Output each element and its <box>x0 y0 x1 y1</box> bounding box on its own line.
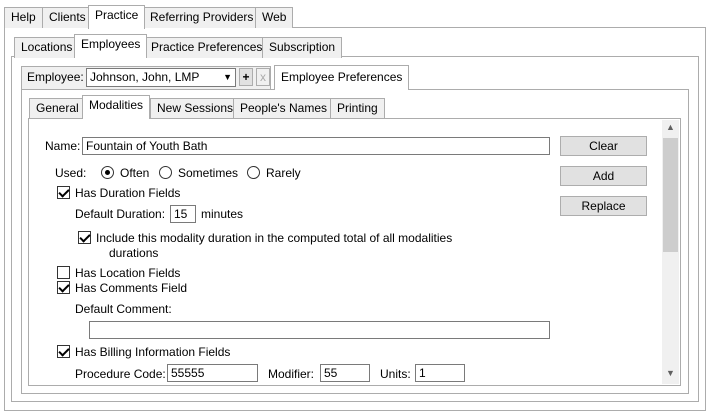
tab-clients[interactable]: Clients <box>42 7 93 28</box>
default-comment-field[interactable] <box>89 321 550 339</box>
scroll-down-icon[interactable]: ▼ <box>662 368 679 382</box>
has-billing-label: Has Billing Information Fields <box>75 345 231 359</box>
used-often-label: Often <box>120 166 150 180</box>
tab-employee-preferences[interactable]: Employee Preferences <box>274 65 410 90</box>
remove-employee-button[interactable]: x <box>256 68 270 86</box>
used-sometimes-radio[interactable] <box>159 166 172 179</box>
include-duration-label-line1: Include this modality duration in the co… <box>96 231 453 245</box>
modifier-field[interactable]: 55 <box>320 364 370 382</box>
name-field[interactable]: Fountain of Youth Bath <box>82 137 550 155</box>
tab-web[interactable]: Web <box>255 7 294 28</box>
has-billing-checkbox[interactable] <box>57 345 70 358</box>
name-field-value: Fountain of Youth Bath <box>86 139 208 153</box>
tab-peoples-names[interactable]: People's Names <box>233 98 334 119</box>
default-duration-field[interactable]: 15 <box>170 205 196 223</box>
used-sometimes-label: Sometimes <box>178 166 239 180</box>
scroll-thumb[interactable] <box>663 138 678 252</box>
modifier-value: 55 <box>324 366 338 380</box>
procedure-code-value: 55555 <box>171 366 205 380</box>
employee-select-value: Johnson, John, LMP <box>90 70 200 84</box>
tab-help[interactable]: Help <box>4 7 43 28</box>
tab-practice[interactable]: Practice <box>88 5 146 29</box>
minutes-label: minutes <box>201 207 244 221</box>
tab-referring-providers[interactable]: Referring Providers <box>143 7 261 28</box>
procedure-code-label: Procedure Code: <box>75 367 166 381</box>
include-duration-checkbox[interactable] <box>78 231 91 244</box>
units-label: Units: <box>380 367 411 381</box>
has-duration-checkbox[interactable] <box>57 186 70 199</box>
units-field[interactable]: 1 <box>415 364 465 382</box>
tab-practice-preferences[interactable]: Practice Preferences <box>144 37 270 58</box>
replace-button[interactable]: Replace <box>560 196 647 216</box>
employee-select[interactable]: Johnson, John, LMP ▼ <box>86 68 236 87</box>
used-rarely-radio[interactable] <box>247 166 260 179</box>
used-often-radio[interactable] <box>101 166 114 179</box>
tab-locations[interactable]: Locations <box>14 37 80 58</box>
chevron-down-icon: ▼ <box>223 72 232 82</box>
has-comments-checkbox[interactable] <box>57 281 70 294</box>
add-button[interactable]: Add <box>560 166 647 186</box>
scroll-up-icon[interactable]: ▲ <box>662 122 679 136</box>
tab-new-sessions[interactable]: New Sessions <box>150 98 241 119</box>
default-duration-value: 15 <box>174 207 188 221</box>
used-rarely-label: Rarely <box>266 166 301 180</box>
has-location-label: Has Location Fields <box>75 266 181 280</box>
tab-general[interactable]: General <box>29 98 86 119</box>
clear-button[interactable]: Clear <box>560 136 647 156</box>
units-value: 1 <box>419 366 426 380</box>
default-comment-label: Default Comment: <box>75 302 172 316</box>
include-duration-label-line2: durations <box>109 246 159 260</box>
tab-subscription[interactable]: Subscription <box>262 37 343 58</box>
has-comments-label: Has Comments Field <box>75 281 188 295</box>
scrollbar[interactable]: ▲ ▼ <box>662 120 679 384</box>
default-duration-label: Default Duration: <box>75 207 166 221</box>
has-location-checkbox[interactable] <box>57 266 70 279</box>
procedure-code-field[interactable]: 55555 <box>167 364 258 382</box>
has-duration-label: Has Duration Fields <box>75 186 181 200</box>
name-label: Name: <box>45 139 81 153</box>
tab-modalities[interactable]: Modalities <box>82 95 151 119</box>
add-employee-button[interactable]: + <box>239 68 253 86</box>
modifier-label: Modifier: <box>268 367 315 381</box>
tab-printing[interactable]: Printing <box>330 98 385 119</box>
tab-employees[interactable]: Employees <box>74 34 148 58</box>
used-label: Used: <box>55 166 87 180</box>
employee-label: Employee: <box>27 70 84 84</box>
